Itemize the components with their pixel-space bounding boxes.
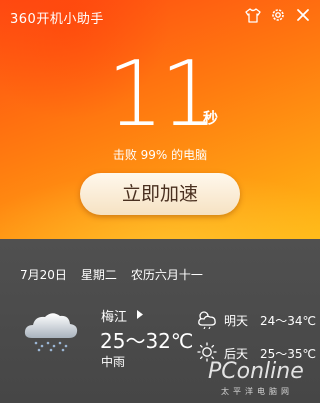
caret-right-icon — [137, 308, 144, 323]
today-condition: 中雨 — [101, 355, 126, 369]
date-text: 7月20日 — [20, 268, 67, 282]
forecast-row-tomorrow: 明天 24～34℃ — [196, 309, 316, 332]
app-title: 360开机小助手 — [10, 12, 104, 27]
skin-shirt-icon[interactable] — [244, 6, 262, 24]
forecast-temperature: 24～34℃ — [260, 314, 317, 328]
close-icon[interactable] — [294, 6, 312, 24]
boot-time-value: 11 — [106, 42, 218, 147]
pconline-watermark-subtitle: 太平洋电脑网 — [221, 387, 293, 396]
weekday-text: 星期二 — [80, 268, 117, 282]
gear-icon[interactable] — [269, 6, 287, 24]
window-controls — [244, 6, 312, 24]
speedup-button[interactable]: 立即加速 — [80, 173, 240, 215]
cloudy-rain-icon — [196, 309, 218, 332]
lunar-date-text: 农历六月十一 — [130, 268, 203, 282]
rain-cloud-icon — [22, 308, 80, 360]
today-temperature: 25～32℃ — [100, 329, 194, 353]
pconline-watermark-logo: PConline — [208, 359, 304, 384]
boot-time-unit: 秒 — [203, 109, 219, 127]
beat-percentage-text: 击败 99% 的电脑 — [112, 148, 208, 162]
date-row: 7月20日 星期二 农历六月十一 — [20, 266, 203, 283]
forecast-label: 明天 — [224, 314, 249, 328]
city-name: 梅江 — [101, 310, 128, 325]
city-selector[interactable]: 梅江 — [101, 306, 144, 325]
